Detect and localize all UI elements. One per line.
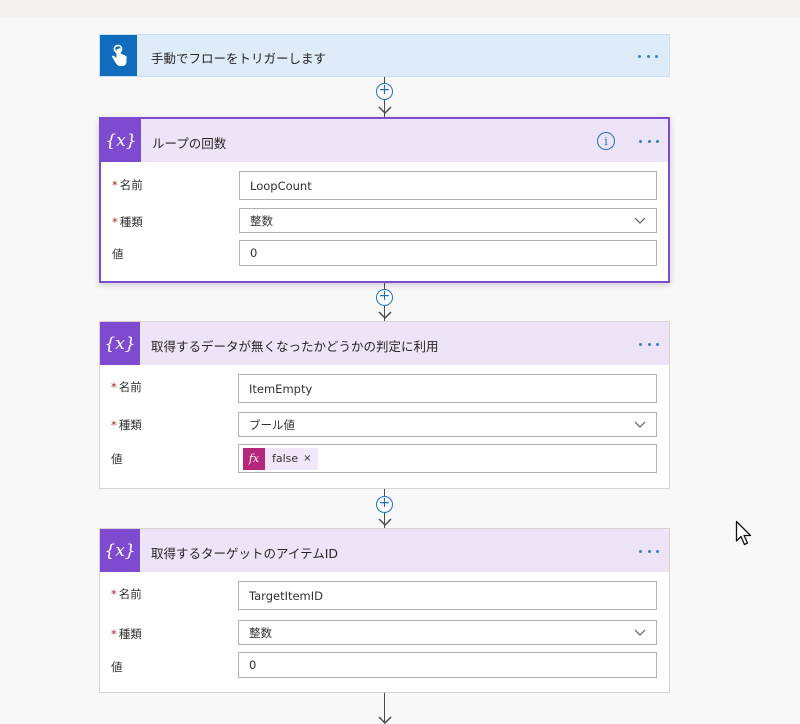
value-label: 値 [112,247,124,261]
info-icon[interactable]: i [597,132,615,150]
more-options-icon[interactable] [635,46,661,66]
trigger-title: 手動でフローをトリガーします [151,51,327,66]
add-step-icon[interactable]: + [376,83,393,100]
more-options-icon[interactable] [636,334,662,354]
expression-token[interactable]: fx false × [243,447,318,470]
variable-icon: {x} [100,322,140,365]
mouse-cursor-icon [735,520,752,546]
card-title: 取得するデータが無くなったかどうかの判定に利用 [151,339,439,354]
type-label: * 種類 [111,418,142,432]
type-select[interactable]: ブール値 [238,412,657,437]
type-label: * 種類 [112,215,143,229]
card-header[interactable]: {x} 取得するターゲットのアイテムID [100,529,669,572]
card-header[interactable]: {x} ループの回数 i [101,119,668,162]
add-step-icon[interactable]: + [376,289,393,306]
variable-card-loopcount[interactable]: {x} ループの回数 i * 名前 LoopCount * 種類 整数 値 0 [99,117,670,283]
type-label: * 種類 [111,627,142,641]
chevron-down-icon [634,217,646,224]
touch-icon [100,35,137,76]
type-select[interactable]: 整数 [239,208,657,233]
arrow-down-icon [378,106,392,114]
arrow-down-icon [378,311,392,319]
value-label: 値 [111,452,123,466]
name-label: * 名前 [111,380,142,394]
function-icon: fx [243,447,265,470]
name-input[interactable]: ItemEmpty [238,374,657,403]
add-step-icon[interactable]: + [376,496,393,513]
name-input[interactable]: LoopCount [239,171,657,200]
remove-token-icon[interactable]: × [303,453,317,464]
variable-card-itemempty[interactable]: {x} 取得するデータが無くなったかどうかの判定に利用 * 名前 ItemEmpt… [99,321,670,489]
name-label: * 名前 [112,178,143,192]
chevron-down-icon [634,421,646,428]
name-label: * 名前 [111,587,142,601]
card-title: 取得するターゲットのアイテムID [151,546,339,561]
card-header[interactable]: {x} 取得するデータが無くなったかどうかの判定に利用 [100,322,669,365]
token-text: false [272,452,299,465]
more-options-icon[interactable] [636,541,662,561]
value-input[interactable]: 0 [239,240,657,266]
arrow-down-icon [378,518,392,526]
value-input[interactable]: fx false × [238,444,657,473]
type-select[interactable]: 整数 [238,620,657,645]
value-label: 値 [111,660,123,674]
variable-icon: {x} [101,119,141,162]
chevron-down-icon [634,629,646,636]
variable-card-targetitemid[interactable]: {x} 取得するターゲットのアイテムID * 名前 TargetItemID * 種… [99,528,670,693]
name-input[interactable]: TargetItemID [238,581,657,610]
more-options-icon[interactable] [636,131,662,151]
arrow-down-icon [378,716,392,724]
top-bar [0,0,800,18]
trigger-card[interactable]: 手動でフローをトリガーします [99,34,670,77]
variable-icon: {x} [100,529,140,572]
value-input[interactable]: 0 [238,652,657,678]
card-title: ループの回数 [152,136,227,151]
